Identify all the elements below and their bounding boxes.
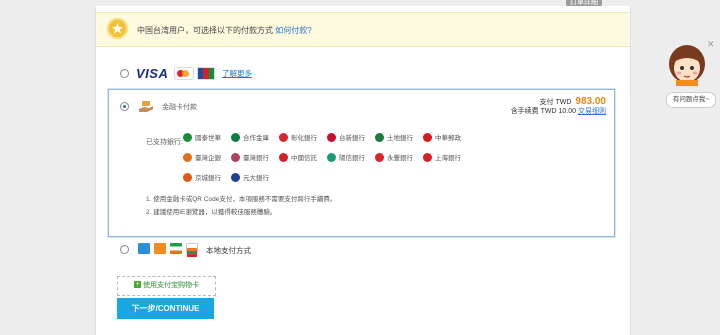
- bank-option-radio[interactable]: [120, 102, 129, 111]
- help-bubble[interactable]: 有问题点我~: [666, 92, 716, 108]
- bank-logo-icon: [231, 152, 240, 162]
- region-notice: 中国台湾用户，可选择以下的付款方式 如何付款?: [96, 12, 630, 47]
- help-widget[interactable]: ✕ 有问题点我~: [662, 38, 720, 118]
- card-option-radio[interactable]: [120, 69, 129, 78]
- payment-notes: 1. 使用金融卡或QR Code支付，本項服務不需要支付跨行手續費。 2. 建議…: [146, 193, 336, 219]
- transaction-details-link[interactable]: 交易细则: [578, 108, 606, 115]
- card-payment-icon: [138, 243, 150, 254]
- pay-label: 支付 TWD: [539, 99, 572, 106]
- bank-item: 臺灣銀行: [231, 152, 269, 165]
- pay-amount: 983.00: [575, 96, 606, 107]
- local-option-radio[interactable]: [120, 245, 129, 254]
- note-line: 2. 建議使用IE瀏覽器，以獲得較佳服務體驗。: [146, 209, 277, 216]
- payment-summary: 支付 TWD 983.00 含手续费 TWD 10.00 交易细则: [511, 97, 606, 116]
- bank-logo-icon: [183, 152, 192, 162]
- bank-logo-icon: [423, 152, 432, 162]
- note-line: 1. 使用金融卡或QR Code支付，本項服務不需要支付跨行手續費。: [146, 196, 337, 203]
- mastercard-logo-icon: [174, 67, 194, 80]
- next-continue-button[interactable]: 下一步/CONTINUE: [117, 298, 214, 319]
- how-to-pay-link[interactable]: 如何付款?: [275, 26, 311, 35]
- bank-logo-icon: [327, 152, 336, 162]
- bank-item: 中華郵政: [423, 132, 461, 145]
- bank-logo-icon: [279, 132, 288, 142]
- bank-card-hand-icon: [139, 101, 153, 112]
- bank-item: 國泰世華: [183, 132, 221, 145]
- bank-logo-icon: [375, 132, 384, 142]
- bank-logo-icon: [327, 132, 336, 142]
- bank-logo-icon: [231, 172, 240, 182]
- bank-item: 台新銀行: [327, 132, 365, 145]
- bank-item: 元大銀行: [231, 172, 269, 185]
- wallet-payment-icon: [154, 243, 166, 254]
- bank-method-label: 金融卡付款: [162, 104, 197, 111]
- use-gift-card-link[interactable]: + 使用支付宝购物卡: [117, 276, 216, 296]
- card-payment-option[interactable]: VISA 了解更多: [120, 66, 320, 81]
- bank-logo-icon: [279, 152, 288, 162]
- close-icon[interactable]: ✕: [707, 39, 715, 50]
- bank-item: 臺灣企銀: [183, 152, 221, 165]
- star-badge-icon: [107, 18, 128, 39]
- local-payment-label: 本地支付方式: [206, 246, 251, 255]
- fee-text: 含手续费 TWD 10.00: [510, 108, 577, 115]
- bank-logo-icon: [423, 132, 432, 142]
- gift-card-label: 使用支付宝购物卡: [143, 282, 199, 289]
- bank-item: 合作金庫: [231, 132, 269, 145]
- supported-banks-label: 已支持銀行:: [146, 139, 183, 146]
- mascot-girl-icon: [669, 45, 705, 86]
- bank-card-option[interactable]: 金融卡付款 支付 TWD 983.00 含手续费 TWD 10.00 交易细则 已…: [108, 89, 615, 237]
- bank-item: 上海銀行: [423, 152, 461, 165]
- local-payment-option[interactable]: 本地支付方式: [120, 242, 320, 258]
- visa-logo: VISA: [136, 66, 169, 81]
- seven-eleven-icon: [186, 243, 198, 257]
- bank-item: 京城銀行: [183, 172, 221, 185]
- jcb-logo-icon: [197, 67, 215, 80]
- bank-logo-icon: [183, 132, 192, 142]
- learn-more-link[interactable]: 了解更多: [222, 68, 252, 79]
- bank-item: 永豐銀行: [375, 152, 413, 165]
- bank-logo-icon: [183, 172, 192, 182]
- payment-panel: 中国台湾用户，可选择以下的付款方式 如何付款? VISA 了解更多 金融卡付款 …: [95, 6, 631, 335]
- bank-logo-icon: [231, 132, 240, 142]
- bank-logo-icon: [375, 152, 384, 162]
- convenience-store-icon: [170, 243, 182, 254]
- bank-item: 陽信銀行: [327, 152, 365, 165]
- notice-message: 中国台湾用户，可选择以下的付款方式: [137, 26, 273, 35]
- bank-item: 彰化銀行: [279, 132, 317, 145]
- bank-item: 土地銀行: [375, 132, 413, 145]
- plus-icon: +: [134, 280, 141, 288]
- bank-item: 中國信託: [279, 152, 317, 165]
- notice-text: 中国台湾用户，可选择以下的付款方式 如何付款?: [137, 25, 312, 36]
